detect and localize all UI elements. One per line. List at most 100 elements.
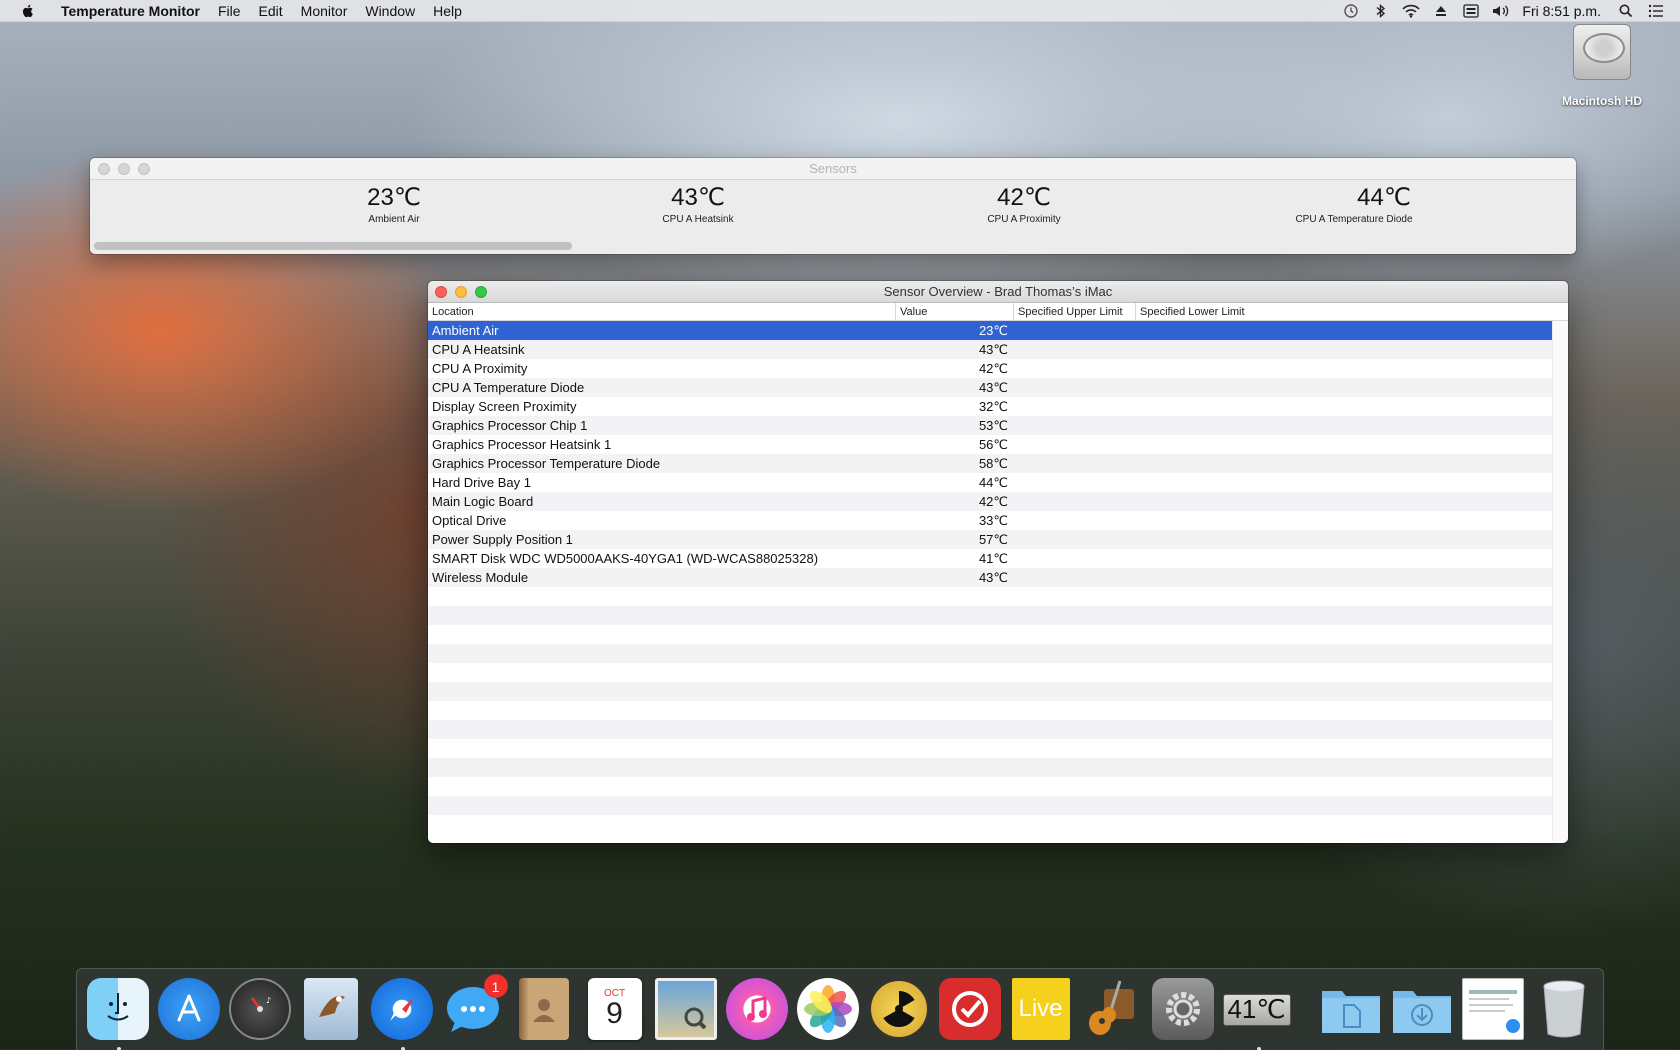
dock-recent-document[interactable] (1461, 977, 1526, 1042)
temperature-readout-icon: 41℃ (1222, 993, 1291, 1026)
dock-photos[interactable] (796, 977, 861, 1042)
value-cell: 32℃ (978, 399, 1008, 414)
bluetooth-icon[interactable] (1371, 3, 1391, 19)
table-row[interactable]: Graphics Processor Temperature Diode 58℃ (428, 454, 1552, 473)
notification-center-icon[interactable] (1646, 3, 1666, 19)
dock-garageband[interactable] (1081, 978, 1145, 1042)
apple-menu-icon[interactable] (20, 3, 36, 19)
volume-icon[interactable] (1491, 3, 1511, 19)
dock-downloads-folder[interactable] (1391, 978, 1455, 1042)
menu-monitor[interactable]: Monitor (292, 0, 357, 22)
table-row[interactable]: CPU A Heatsink 43℃ (428, 340, 1552, 359)
horizontal-scrollbar[interactable] (94, 242, 572, 250)
table-row[interactable]: Wireless Module 43℃ (428, 568, 1552, 587)
upper-limit-cell (1014, 359, 1136, 378)
empty-row (428, 682, 1552, 701)
location-cell: CPU A Proximity (432, 361, 528, 376)
menu-help[interactable]: Help (424, 0, 471, 22)
dock-finder[interactable] (86, 977, 151, 1050)
vertical-scrollbar[interactable] (1552, 321, 1568, 841)
table-row[interactable]: SMART Disk WDC WD5000AAKS-40YGA1 (WD-WCA… (428, 549, 1552, 568)
close-button[interactable] (98, 163, 110, 175)
table-row[interactable]: Hard Drive Bay 1 44℃ (428, 473, 1552, 492)
dock-temperature-monitor[interactable]: 41℃ (1222, 978, 1295, 1050)
upper-limit-cell (1014, 435, 1136, 454)
live-icon: Live (1011, 977, 1070, 1040)
lower-limit-cell (1136, 549, 1256, 568)
value-cell: 44℃ (978, 475, 1008, 490)
sensors-window-titlebar[interactable]: Sensors (90, 158, 1576, 180)
dock-app-store[interactable] (157, 977, 222, 1042)
lower-limit-cell (1136, 473, 1256, 492)
table-row[interactable]: Power Supply Position 1 57℃ (428, 530, 1552, 549)
menu-app-name[interactable]: Temperature Monitor (52, 0, 209, 22)
wifi-icon[interactable] (1401, 3, 1421, 19)
dock-itunes[interactable] (725, 977, 790, 1042)
menu-file[interactable]: File (209, 0, 250, 22)
dock-calendar[interactable]: OCT 9 (584, 977, 648, 1042)
dock-trash[interactable] (1533, 978, 1597, 1042)
empty-row (428, 796, 1552, 815)
lower-limit-cell (1136, 530, 1256, 549)
value-cell: 43℃ (978, 570, 1008, 585)
column-header-upper-limit[interactable]: Specified Upper Limit (1014, 303, 1136, 320)
location-cell: Hard Drive Bay 1 (432, 475, 531, 490)
table-row[interactable]: CPU A Temperature Diode 43℃ (428, 378, 1552, 397)
eject-icon[interactable] (1431, 3, 1451, 19)
lower-limit-cell (1136, 568, 1256, 587)
dashboard-gauge-icon: ♪ (228, 977, 291, 1040)
zoom-button[interactable] (138, 163, 150, 175)
menu-bar: Temperature Monitor File Edit Monitor Wi… (0, 0, 1680, 22)
photos-flower-icon (796, 977, 859, 1040)
dock-wunderlist[interactable] (938, 977, 1003, 1042)
dock-mail[interactable] (300, 977, 364, 1042)
documents-folder-icon (1320, 978, 1382, 1040)
location-cell: Ambient Air (432, 323, 499, 338)
sensor-readout-ambient-air: 23℃ Ambient Air (294, 182, 494, 225)
sensor-readout-label: CPU A Temperature Diode (1295, 214, 1413, 225)
keyboard-viewer-icon[interactable] (1461, 3, 1481, 19)
menu-edit[interactable]: Edit (250, 0, 292, 22)
lower-limit-cell (1136, 435, 1256, 454)
column-header-value[interactable]: Value (896, 303, 1014, 320)
svg-text:♪: ♪ (266, 996, 271, 1005)
close-button[interactable] (435, 286, 447, 298)
empty-row (428, 815, 1552, 834)
dock-ableton-live[interactable]: Live (1010, 977, 1074, 1042)
table-row[interactable]: Main Logic Board 42℃ (428, 492, 1552, 511)
table-row[interactable]: Graphics Processor Heatsink 1 56℃ (428, 435, 1552, 454)
dock-documents-folder[interactable] (1320, 978, 1384, 1042)
table-row[interactable]: CPU A Proximity 42℃ (428, 359, 1552, 378)
dock-contacts[interactable] (513, 977, 577, 1042)
upper-limit-cell (1014, 492, 1136, 511)
location-cell: Graphics Processor Temperature Diode (432, 456, 661, 471)
overview-window-titlebar[interactable]: Sensor Overview - Brad Thomas’s iMac (428, 281, 1568, 303)
column-header-location[interactable]: Location (428, 303, 896, 320)
app-store-icon (157, 977, 220, 1040)
table-row[interactable]: Optical Drive 33℃ (428, 511, 1552, 530)
dock-system-preferences[interactable] (1151, 977, 1216, 1042)
dock-safari[interactable] (370, 977, 435, 1050)
column-header-lower-limit[interactable]: Specified Lower Limit (1136, 303, 1256, 320)
zoom-button[interactable] (475, 286, 487, 298)
value-cell: 23℃ (978, 323, 1008, 338)
value-cell: 56℃ (978, 437, 1008, 452)
table-row[interactable]: Display Screen Proximity 32℃ (428, 397, 1552, 416)
menu-clock[interactable]: Fri 8:51 p.m. (1516, 3, 1611, 19)
empty-row (428, 663, 1552, 682)
time-machine-icon[interactable] (1341, 3, 1361, 19)
table-row[interactable]: Ambient Air 23℃ (428, 321, 1552, 340)
empty-row (428, 739, 1552, 758)
dock-messages[interactable]: 1 (442, 973, 508, 1042)
minimize-button[interactable] (455, 286, 467, 298)
contacts-book-icon (518, 977, 569, 1040)
spotlight-search-icon[interactable] (1616, 3, 1636, 19)
desktop-icon-macintosh-hd[interactable]: Macintosh HD (1552, 24, 1652, 108)
dock-preview[interactable] (654, 977, 719, 1042)
table-row[interactable]: Graphics Processor Chip 1 53℃ (428, 416, 1552, 435)
menu-window[interactable]: Window (356, 0, 424, 22)
minimize-button[interactable] (118, 163, 130, 175)
dock-dashboard[interactable]: ♪ (228, 977, 293, 1042)
running-indicator (1256, 1046, 1261, 1050)
dock-radiation-app[interactable] (867, 977, 932, 1042)
